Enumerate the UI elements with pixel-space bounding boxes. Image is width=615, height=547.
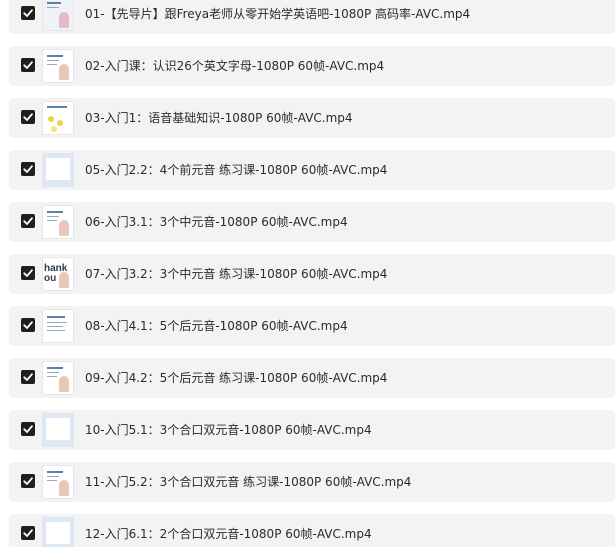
file-row[interactable]: 12-入门6.1：2个合口双元音-1080P 60帧-AVC.mp4 (9, 514, 615, 547)
file-row[interactable]: 08-入门4.1：5个后元音-1080P 60帧-AVC.mp4 (9, 306, 615, 346)
file-checkbox[interactable] (21, 162, 35, 176)
file-checkbox[interactable] (21, 6, 35, 20)
file-checkbox[interactable] (21, 526, 35, 540)
checkmark-icon (23, 269, 33, 277)
video-thumbnail (42, 413, 74, 447)
file-checkbox[interactable] (21, 266, 35, 280)
checkmark-icon (23, 217, 33, 225)
video-thumbnail (42, 101, 74, 135)
file-name: 11-入门5.2：3个合口双元音 练习课-1080P 60帧-AVC.mp4 (85, 475, 412, 489)
file-row[interactable]: 09-入门4.2：5个后元音 练习课-1080P 60帧-AVC.mp4 (9, 358, 615, 398)
file-list: 01-【先导片】跟Freya老师从零开始学英语吧-1080P 高码率-AVC.m… (0, 0, 615, 547)
video-thumbnail (42, 49, 74, 83)
video-thumbnail (42, 205, 74, 239)
file-row[interactable]: 11-入门5.2：3个合口双元音 练习课-1080P 60帧-AVC.mp4 (9, 462, 615, 502)
file-name: 07-入门3.2：3个中元音 练习课-1080P 60帧-AVC.mp4 (85, 267, 388, 281)
file-row[interactable]: 01-【先导片】跟Freya老师从零开始学英语吧-1080P 高码率-AVC.m… (9, 0, 615, 34)
file-name: 03-入门1：语音基础知识-1080P 60帧-AVC.mp4 (85, 111, 353, 125)
file-checkbox[interactable] (21, 58, 35, 72)
file-name: 12-入门6.1：2个合口双元音-1080P 60帧-AVC.mp4 (85, 527, 372, 541)
file-name: 02-入门课：认识26个英文字母-1080P 60帧-AVC.mp4 (85, 59, 385, 73)
file-name: 01-【先导片】跟Freya老师从零开始学英语吧-1080P 高码率-AVC.m… (85, 7, 471, 21)
checkmark-icon (23, 477, 33, 485)
file-checkbox[interactable] (21, 318, 35, 332)
file-name: 10-入门5.1：3个合口双元音-1080P 60帧-AVC.mp4 (85, 423, 372, 437)
file-row[interactable]: 05-入门2.2：4个前元音 练习课-1080P 60帧-AVC.mp4 (9, 150, 615, 190)
checkmark-icon (23, 529, 33, 537)
file-row[interactable]: hank ou 07-入门3.2：3个中元音 练习课-1080P 60帧-AVC.m… (9, 254, 615, 294)
video-thumbnail (42, 465, 74, 499)
file-checkbox[interactable] (21, 474, 35, 488)
file-row[interactable]: 06-入门3.1：3个中元音-1080P 60帧-AVC.mp4 (9, 202, 615, 242)
file-name: 09-入门4.2：5个后元音 练习课-1080P 60帧-AVC.mp4 (85, 371, 388, 385)
file-checkbox[interactable] (21, 110, 35, 124)
file-row[interactable]: 02-入门课：认识26个英文字母-1080P 60帧-AVC.mp4 (9, 46, 615, 86)
checkmark-icon (23, 165, 33, 173)
file-checkbox[interactable] (21, 422, 35, 436)
checkmark-icon (23, 373, 33, 381)
checkmark-icon (23, 425, 33, 433)
file-name: 06-入门3.1：3个中元音-1080P 60帧-AVC.mp4 (85, 215, 348, 229)
video-thumbnail: hank ou (42, 257, 74, 291)
video-thumbnail (42, 0, 74, 31)
video-thumbnail (42, 153, 74, 187)
video-thumbnail (42, 361, 74, 395)
file-row[interactable]: 03-入门1：语音基础知识-1080P 60帧-AVC.mp4 (9, 98, 615, 138)
file-name: 08-入门4.1：5个后元音-1080P 60帧-AVC.mp4 (85, 319, 348, 333)
file-row[interactable]: 10-入门5.1：3个合口双元音-1080P 60帧-AVC.mp4 (9, 410, 615, 450)
checkmark-icon (23, 113, 33, 121)
checkmark-icon (23, 321, 33, 329)
file-checkbox[interactable] (21, 214, 35, 228)
video-thumbnail (42, 517, 74, 547)
checkmark-icon (23, 61, 33, 69)
file-checkbox[interactable] (21, 370, 35, 384)
file-name: 05-入门2.2：4个前元音 练习课-1080P 60帧-AVC.mp4 (85, 163, 388, 177)
checkmark-icon (23, 9, 33, 17)
video-thumbnail (42, 309, 74, 343)
